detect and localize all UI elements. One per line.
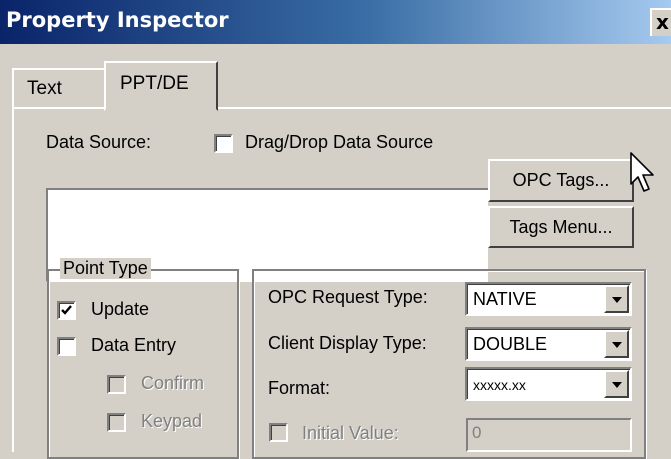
point-type-legend: Point Type bbox=[60, 258, 151, 279]
opc-request-type-select[interactable]: NATIVE bbox=[465, 282, 632, 316]
opc-tags-button[interactable]: OPC Tags... bbox=[488, 159, 634, 202]
update-checkbox[interactable] bbox=[57, 301, 76, 320]
format-label: Format: bbox=[268, 378, 331, 398]
client-display-type-value: DOUBLE bbox=[473, 334, 548, 354]
drag-drop-label: Drag/Drop Data Source bbox=[245, 132, 434, 152]
data-entry-checkbox[interactable] bbox=[57, 337, 76, 356]
tags-menu-button-label: Tags Menu... bbox=[509, 217, 613, 237]
keypad-label: Keypad bbox=[141, 411, 203, 431]
confirm-label: Confirm bbox=[141, 373, 205, 393]
check-icon bbox=[61, 305, 72, 315]
update-label: Update bbox=[91, 299, 150, 319]
client-display-type-label: Client Display Type: bbox=[268, 333, 427, 353]
chevron-down-icon[interactable] bbox=[604, 330, 629, 358]
chevron-down-icon[interactable] bbox=[604, 285, 629, 313]
tab-text-label: Text bbox=[27, 78, 62, 99]
title-bar: Property Inspector x bbox=[0, 0, 671, 44]
tab-text[interactable]: Text bbox=[12, 68, 106, 109]
initial-value-checkbox[interactable] bbox=[269, 423, 288, 442]
opc-request-type-label: OPC Request Type: bbox=[268, 287, 428, 307]
tab-ppt-de[interactable]: PPT/DE bbox=[104, 61, 218, 111]
chevron-down-icon[interactable] bbox=[604, 370, 629, 398]
mouse-pointer-icon bbox=[630, 152, 654, 192]
format-select[interactable]: xxxxx.xx bbox=[465, 367, 632, 401]
initial-value-label: Initial Value: bbox=[302, 423, 399, 443]
drag-drop-checkbox[interactable] bbox=[214, 134, 233, 153]
window-title: Property Inspector bbox=[6, 8, 229, 32]
data-source-label: Data Source: bbox=[46, 132, 152, 152]
format-value: xxxxx.xx bbox=[473, 377, 526, 393]
client-display-type-select[interactable]: DOUBLE bbox=[465, 327, 632, 361]
tab-ppt-de-label: PPT/DE bbox=[120, 73, 189, 94]
data-entry-label: Data Entry bbox=[91, 335, 177, 355]
close-icon[interactable]: x bbox=[656, 10, 669, 34]
close-button[interactable]: x bbox=[650, 8, 671, 36]
tags-menu-button[interactable]: Tags Menu... bbox=[488, 206, 634, 248]
confirm-checkbox[interactable] bbox=[107, 375, 126, 394]
opc-tags-button-label: OPC Tags... bbox=[512, 170, 610, 190]
keypad-checkbox[interactable] bbox=[107, 413, 126, 432]
initial-value-text: 0 bbox=[472, 423, 482, 442]
opc-request-type-value: NATIVE bbox=[473, 289, 537, 309]
